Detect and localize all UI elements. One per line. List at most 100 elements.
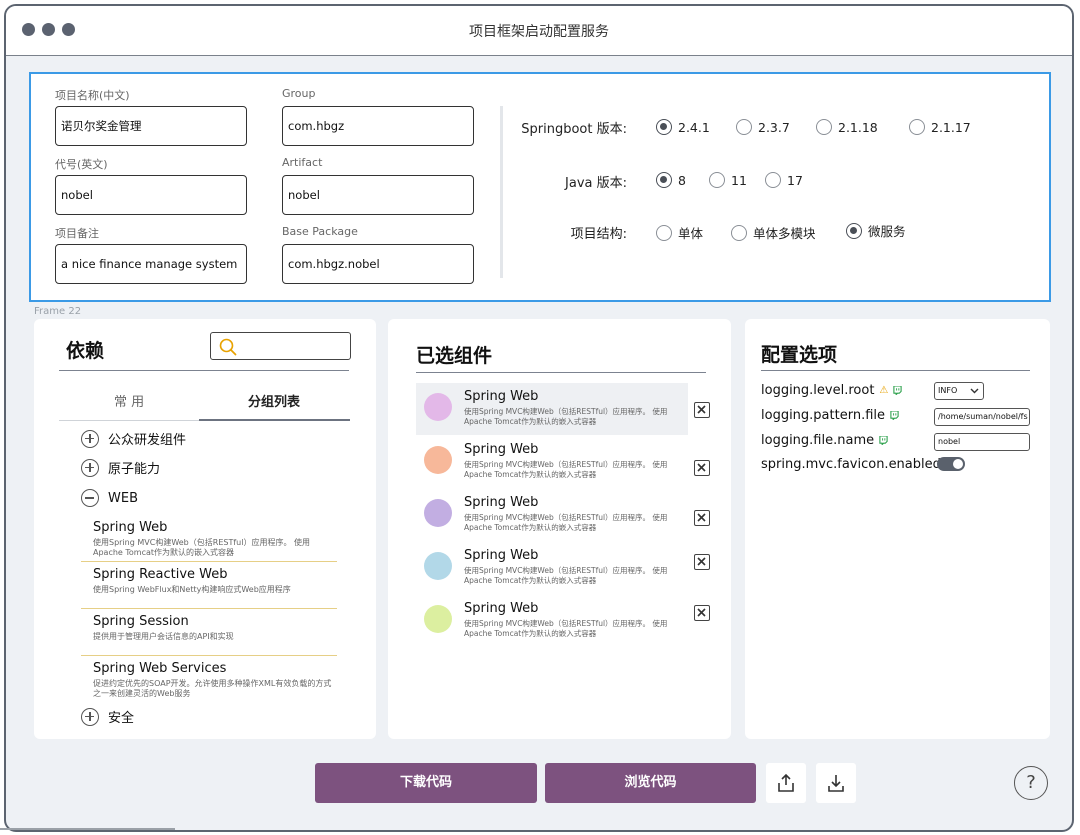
close-icon	[697, 608, 706, 617]
close-icon	[697, 513, 706, 522]
config-title: 配置选项	[761, 344, 838, 366]
component-color-dot	[424, 499, 452, 527]
group-label: Group	[282, 87, 316, 100]
browse-code-button[interactable]: 浏览代码	[545, 763, 756, 803]
title-divider	[416, 372, 706, 373]
config-key-logging-pattern-file: logging.pattern.file	[761, 408, 899, 423]
title-bar: 项目框架启动配置服务	[6, 6, 1072, 56]
springboot-option-2-3-7[interactable]: 2.3.7	[736, 119, 790, 135]
selected-item[interactable]: Spring Web 使用Spring MVC构建Web（包括RESTful）应…	[416, 383, 688, 435]
expand-plus-icon	[81, 429, 99, 448]
expand-plus-icon	[81, 707, 99, 726]
radio-icon	[731, 224, 747, 241]
app-window: 项目框架启动配置服务 项目名称(中文) 诺贝尔奖金管理 Group com.hb…	[4, 4, 1074, 832]
remove-button[interactable]	[694, 460, 710, 476]
artifact-label: Artifact	[282, 156, 323, 169]
group-input[interactable]: com.hbgz	[282, 106, 474, 146]
remove-button[interactable]	[694, 554, 710, 570]
springboot-version-label: Springboot 版本:	[521, 122, 627, 137]
chevron-down-icon	[970, 388, 979, 394]
download-button[interactable]	[816, 763, 856, 803]
help-button[interactable]: ?	[1014, 766, 1048, 800]
group-security[interactable]: 安全	[81, 707, 134, 726]
dependency-item[interactable]: Spring Web Services 促进约定优先的SOAP开发。允许使用多种…	[93, 661, 349, 699]
springboot-option-2-1-17[interactable]: 2.1.17	[909, 119, 971, 135]
download-code-button[interactable]: 下载代码	[315, 763, 537, 803]
springboot-option-2-4-1[interactable]: 2.4.1	[656, 119, 710, 135]
close-icon	[697, 463, 706, 472]
component-color-dot	[424, 446, 452, 474]
dependency-item[interactable]: Spring Web 使用Spring MVC构建Web（包括RESTful）应…	[93, 520, 349, 558]
project-note-label: 项目备注	[55, 227, 99, 240]
selected-item[interactable]: Spring Web 使用Spring MVC构建Web（包括RESTful）应…	[416, 595, 688, 647]
dependency-item[interactable]: Spring Session 提供用于管理用户会话信息的API和实现	[93, 614, 349, 642]
selected-components-panel: 已选组件 Spring Web 使用Spring MVC构建Web（包括REST…	[388, 319, 731, 739]
radio-icon	[909, 119, 925, 135]
springboot-option-2-1-18[interactable]: 2.1.18	[816, 119, 878, 135]
project-name-label: 项目名称(中文)	[55, 89, 130, 102]
dependencies-panel: 依赖 常 用 分组列表 公众研发组件 原子能力 WEB Spring Web 使…	[34, 319, 376, 739]
java-option-11[interactable]: 11	[709, 172, 747, 188]
base-package-label: Base Package	[282, 225, 358, 238]
group-web[interactable]: WEB	[81, 489, 138, 507]
selected-title: 已选组件	[416, 345, 493, 367]
tab-common[interactable]: 常 用	[114, 391, 144, 410]
config-key-logging-file-name: logging.file.name	[761, 433, 888, 448]
project-name-input[interactable]: 诺贝尔奖金管理	[55, 106, 247, 146]
selected-item[interactable]: Spring Web 使用Spring MVC构建Web（包括RESTful）应…	[416, 542, 688, 594]
project-structure-label: 项目结构:	[570, 227, 627, 242]
twitch-icon	[893, 386, 903, 395]
radio-icon	[709, 172, 725, 188]
java-option-17[interactable]: 17	[765, 172, 803, 188]
remove-button[interactable]	[694, 402, 710, 418]
close-icon	[697, 557, 706, 566]
collapse-minus-icon	[81, 489, 99, 507]
selected-item[interactable]: Spring Web 使用Spring MVC构建Web（包括RESTful）应…	[416, 436, 688, 488]
remove-button[interactable]	[694, 605, 710, 621]
java-version-label: Java 版本:	[565, 176, 627, 191]
group-atomic-capability[interactable]: 原子能力	[81, 458, 160, 477]
config-key-logging-level-root: logging.level.root ⚠	[761, 383, 903, 398]
logging-pattern-file-input[interactable]: /home/suman/nobel/fs	[934, 408, 1030, 426]
item-divider	[81, 561, 337, 562]
radio-icon	[656, 224, 672, 241]
search-icon	[219, 338, 237, 356]
favicon-enabled-toggle[interactable]	[937, 457, 965, 471]
structure-option-multi-module[interactable]: 单体多模块	[731, 223, 816, 242]
radio-icon	[765, 172, 781, 188]
radio-icon	[736, 119, 752, 135]
warning-icon: ⚠	[879, 385, 889, 396]
frame-caption: Frame 22	[34, 306, 82, 317]
structure-option-microservice[interactable]: 微服务	[846, 221, 906, 240]
logging-level-select[interactable]: INFO	[934, 382, 984, 400]
config-key-favicon-enabled: spring.mvc.favicon.enabled	[761, 457, 941, 472]
twitch-icon	[879, 436, 888, 445]
base-package-input[interactable]: com.hbgz.nobel	[282, 244, 474, 284]
component-color-dot	[424, 552, 452, 580]
remove-button[interactable]	[694, 510, 710, 526]
group-public-rd[interactable]: 公众研发组件	[81, 429, 186, 448]
bottom-scroll-indicator	[0, 828, 175, 830]
share-icon	[778, 773, 794, 792]
component-color-dot	[424, 605, 452, 633]
share-button[interactable]	[766, 763, 806, 803]
selected-item[interactable]: Spring Web 使用Spring MVC构建Web（包括RESTful）应…	[416, 489, 688, 541]
java-option-8[interactable]: 8	[656, 172, 686, 188]
radio-selected-icon	[656, 119, 672, 135]
active-tab-indicator	[199, 419, 350, 421]
window-title: 项目框架启动配置服务	[469, 24, 609, 40]
radio-selected-icon	[656, 172, 672, 188]
project-note-input[interactable]: a nice finance manage system	[55, 244, 247, 284]
config-options-panel: 配置选项 logging.level.root ⚠ INFO logging.p…	[745, 319, 1050, 739]
code-name-input[interactable]: nobel	[55, 175, 247, 215]
tab-group-list[interactable]: 分组列表	[248, 391, 300, 410]
radio-selected-icon	[846, 222, 862, 239]
dependency-item[interactable]: Spring Reactive Web 使用Spring WebFlux和Net…	[93, 567, 349, 595]
dependency-search-input[interactable]	[210, 332, 351, 360]
title-divider	[59, 370, 349, 371]
structure-option-monolith[interactable]: 单体	[656, 223, 703, 242]
artifact-input[interactable]: nobel	[282, 175, 474, 215]
logging-file-name-input[interactable]: nobel	[934, 433, 1030, 451]
dependencies-title: 依赖	[66, 340, 105, 362]
item-divider	[81, 608, 337, 609]
